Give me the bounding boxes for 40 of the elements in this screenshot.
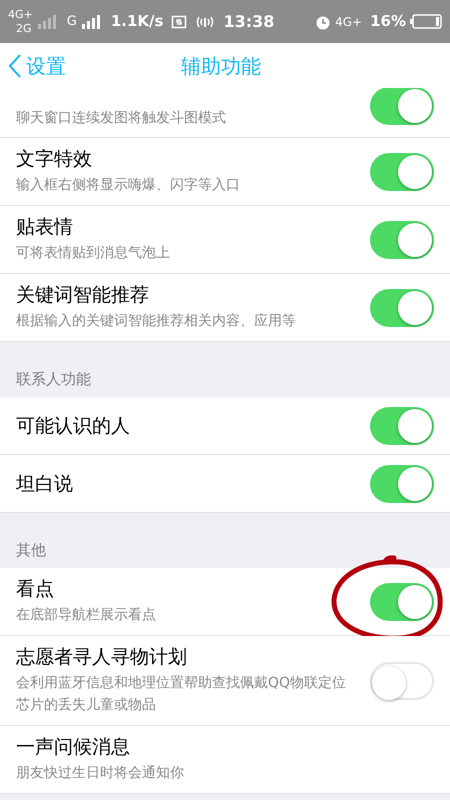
- toggle-switch[interactable]: [370, 220, 434, 258]
- setting-description: 聊天窗口连续发图将触发斗图模式: [16, 109, 227, 128]
- toggle-switch[interactable]: [370, 582, 434, 620]
- setting-title: 一声问候消息: [16, 735, 131, 759]
- toggle-switch[interactable]: [370, 152, 434, 190]
- signal-icon: [80, 14, 103, 28]
- battery-icon: [410, 14, 442, 29]
- network-label: 4G+: [335, 14, 362, 30]
- toggle-switch[interactable]: [370, 662, 434, 700]
- alarm-icon: [315, 14, 332, 30]
- toggle-switch[interactable]: [370, 288, 434, 326]
- setting-description: 朋友快过生日时将会通知你: [16, 764, 185, 783]
- setting-title: 志愿者寻人寻物计划: [16, 645, 188, 669]
- setting-description: 在底部导航栏展示看点: [16, 606, 157, 625]
- signal-icon: [36, 14, 59, 28]
- toggle-switch[interactable]: [370, 406, 434, 444]
- setting-title: 看点: [16, 577, 55, 601]
- page-title: 辅助功能: [181, 52, 261, 80]
- setting-title: 关键词智能推荐: [16, 283, 150, 307]
- screenshot-icon: [171, 14, 188, 30]
- setting-title: 坦白说: [16, 472, 74, 496]
- back-icon: [8, 52, 22, 78]
- setting-description: 输入框右侧将显示嗨爆、闪字等入口: [16, 176, 241, 195]
- setting-description: 可将表情贴到消息气泡上: [16, 244, 171, 263]
- setting-description: 根据输入的关键词智能推荐相关内容、应用等: [16, 312, 297, 331]
- setting-description: 会利用蓝牙信息和地理位置帮助查找佩戴QQ物联定位芯片的丢失儿童或物品: [16, 674, 348, 715]
- network-speed: 1.1K/s: [110, 11, 164, 32]
- setting-title: 贴表情: [16, 215, 74, 239]
- back-button[interactable]: 设置: [0, 50, 66, 80]
- setting-title: 可能认识的人: [16, 414, 131, 438]
- section-header: 其他: [16, 540, 46, 560]
- toggle-switch[interactable]: [370, 464, 434, 502]
- network-label: 2G: [15, 22, 33, 36]
- section-header: 联系人功能: [16, 368, 91, 390]
- network-label: G: [66, 12, 77, 31]
- clock-time: 13:38: [223, 10, 274, 32]
- setting-title: 文字特效: [16, 147, 93, 171]
- toggle-switch[interactable]: [370, 88, 434, 125]
- network-label: 4G+: [8, 8, 33, 22]
- battery-percent: 16%: [370, 11, 406, 32]
